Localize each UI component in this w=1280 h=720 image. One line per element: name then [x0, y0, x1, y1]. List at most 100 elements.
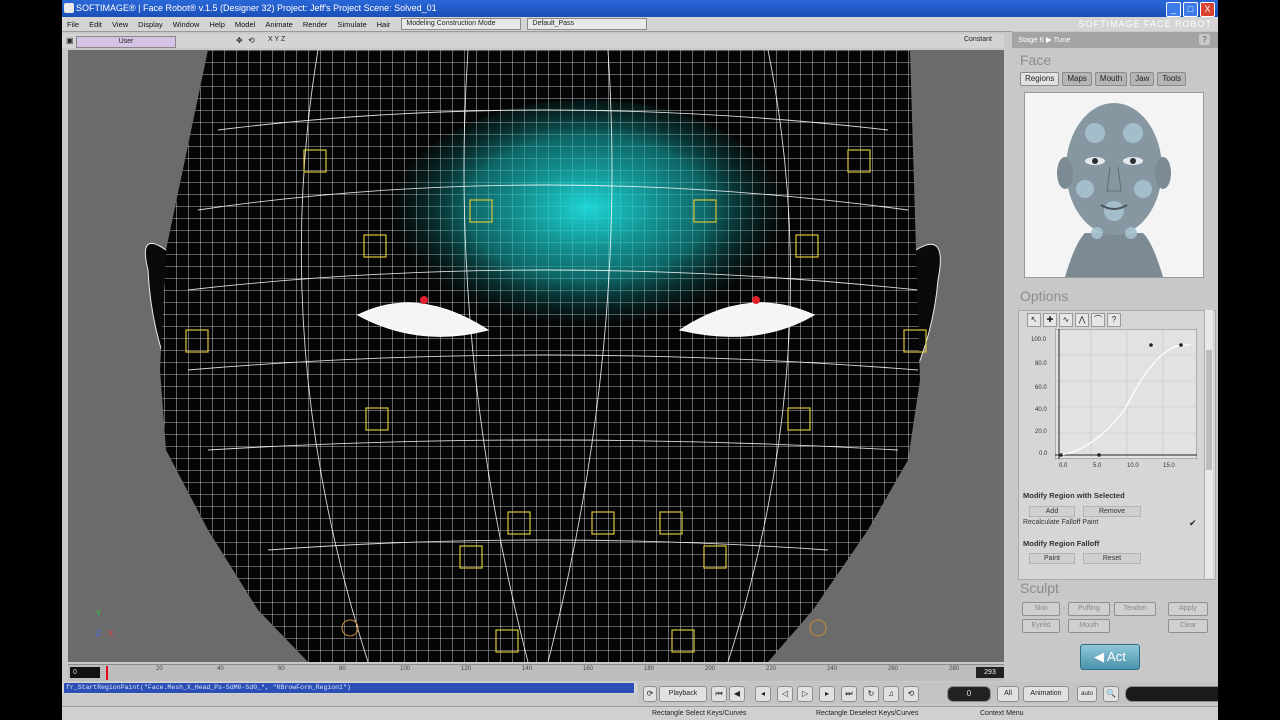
menu-file[interactable]: File	[62, 20, 84, 29]
window-title: SOFTIMAGE® | Face Robot® v.1.5 (Designer…	[76, 3, 437, 13]
apply-button[interactable]: Apply	[1168, 602, 1208, 616]
menu-hair[interactable]: Hair	[372, 20, 396, 29]
playhead[interactable]	[106, 666, 108, 680]
menu-simulate[interactable]: Simulate	[332, 20, 371, 29]
tick-label: 60	[278, 666, 285, 672]
tick-label: 80	[339, 666, 346, 672]
remove-button[interactable]: Remove	[1083, 506, 1141, 517]
mode-select[interactable]: Modeling Construction Mode	[401, 18, 522, 30]
graph-x-label: 15.0	[1163, 463, 1175, 469]
menu-display[interactable]: Display	[133, 20, 168, 29]
camera-icon[interactable]: ▣	[66, 36, 74, 45]
timeline-end-field[interactable]: 293	[976, 667, 1004, 678]
constant-select[interactable]: Constant	[964, 36, 992, 43]
tab-tools[interactable]: Tools	[1157, 72, 1187, 86]
menu-window[interactable]: Window	[168, 20, 205, 29]
help-button[interactable]: ?	[1199, 34, 1210, 45]
current-frame-field[interactable]: 0	[947, 686, 991, 702]
menu-render[interactable]: Render	[298, 20, 333, 29]
eyelid-button[interactable]: Eyelid	[1022, 619, 1060, 633]
linear-icon[interactable]: ⋀	[1075, 313, 1089, 327]
play-icon[interactable]: ▷	[797, 686, 813, 702]
tick-label: 40	[217, 666, 224, 672]
paint-button[interactable]: Paint	[1029, 553, 1075, 564]
audio-icon[interactable]: ♫	[883, 686, 899, 702]
loop-toggle-icon[interactable]: ⟲	[903, 686, 919, 702]
pan-icon[interactable]: ✥	[236, 36, 243, 45]
sculpt-section-title: Sculpt	[1020, 580, 1059, 596]
face-wireframe: Y Z X	[68, 50, 1004, 662]
timeline-ruler[interactable]: 20 40 60 80 100 120 140 160 180 200 220 …	[106, 666, 972, 680]
play-back-icon[interactable]: ◁	[777, 686, 793, 702]
tick-label: 220	[766, 666, 777, 672]
skin-button[interactable]: Skin	[1022, 602, 1060, 616]
axis-x-label: X	[108, 629, 114, 638]
menu-bar: File Edit View Display Window Help Model…	[62, 17, 1012, 32]
axis-z-label: Z	[96, 629, 101, 638]
graph-x-label: 5.0	[1093, 463, 1102, 469]
scrollbar-thumb[interactable]	[1206, 350, 1212, 470]
mouth-button[interactable]: Mouth	[1068, 619, 1110, 633]
tick-label: 120	[461, 666, 472, 672]
step-forward-icon[interactable]: ▸	[819, 686, 835, 702]
tab-mouth[interactable]: Mouth	[1094, 72, 1128, 86]
tendon-button[interactable]: Tendon	[1114, 602, 1156, 616]
act-button[interactable]: ◀ Act	[1080, 644, 1140, 670]
timeline[interactable]: 0 20 40 60 80 100 120 140 160 180 200 22…	[68, 664, 1004, 681]
viewport-3d[interactable]: Y Z X	[68, 50, 1004, 662]
recalc-checkbox[interactable]: ✔	[1189, 518, 1197, 529]
repeat-icon[interactable]: ↻	[863, 686, 879, 702]
last-frame-icon[interactable]: ⏭	[841, 686, 857, 702]
face-section-title: Face	[1020, 52, 1052, 68]
tab-maps[interactable]: Maps	[1062, 72, 1092, 86]
command-line-input[interactable]: fr_StartRegionPaint("Face.Mesh_X_Head_Ps…	[64, 683, 634, 693]
options-scrollbar[interactable]	[1204, 310, 1213, 578]
title-bar: SOFTIMAGE® | Face Robot® v.1.5 (Designer…	[62, 0, 1218, 17]
tick-label: 20	[156, 666, 163, 672]
key-display	[1125, 686, 1218, 702]
key-icon[interactable]: 🔍	[1103, 686, 1119, 702]
add-button[interactable]: Add	[1029, 506, 1075, 517]
add-point-icon[interactable]: ✚	[1043, 313, 1057, 327]
minimize-button[interactable]: _	[1166, 2, 1181, 17]
menu-view[interactable]: View	[107, 20, 133, 29]
curve-icon[interactable]: ⌒	[1091, 313, 1105, 327]
status-mouse-left: Rectangle Select Keys/Curves	[652, 710, 747, 717]
puffing-button[interactable]: Puffing	[1068, 602, 1110, 616]
tick-label: 240	[827, 666, 838, 672]
pass-select[interactable]: Default_Pass	[527, 18, 648, 30]
animation-select[interactable]: Animation	[1023, 686, 1069, 702]
menu-edit[interactable]: Edit	[84, 20, 107, 29]
menu-model[interactable]: Model	[230, 20, 260, 29]
playback-button[interactable]: Playback	[659, 686, 707, 702]
auto-key-button[interactable]: auto	[1077, 686, 1097, 702]
step-back-icon[interactable]: ◂	[755, 686, 771, 702]
axis-y-label: Y	[96, 609, 102, 618]
graph-help-icon[interactable]: ?	[1107, 313, 1121, 327]
falloff-graph[interactable]	[1055, 329, 1197, 459]
reset-button[interactable]: Reset	[1083, 553, 1141, 564]
tab-jaw[interactable]: Jaw	[1130, 72, 1155, 86]
clear-button[interactable]: Clear	[1168, 619, 1208, 633]
menu-help[interactable]: Help	[204, 20, 229, 29]
all-button[interactable]: All	[997, 686, 1019, 702]
graph-y-label: 80.0	[1035, 361, 1047, 367]
maximize-button[interactable]: □	[1183, 2, 1198, 17]
timeline-start-field[interactable]: 0	[70, 667, 100, 678]
graph-tools: ↖ ✚ ∿ ⋀ ⌒ ?	[1027, 313, 1121, 327]
smooth-icon[interactable]: ∿	[1059, 313, 1073, 327]
stage-header: Stage 6 ▶ Tune	[1012, 32, 1218, 48]
prev-key-icon[interactable]: ◀	[729, 686, 745, 702]
tab-regions[interactable]: Regions	[1020, 72, 1060, 86]
first-frame-icon[interactable]: ⏮	[711, 686, 727, 702]
app-window: SOFTIMAGE® | Face Robot® v.1.5 (Designer…	[62, 0, 1218, 720]
graph-y-label: 0.0	[1039, 451, 1048, 457]
select-tool-icon[interactable]: ↖	[1027, 313, 1041, 327]
graph-y-label: 20.0	[1035, 429, 1047, 435]
loop-icon[interactable]: ⟳	[643, 686, 657, 702]
menu-animate[interactable]: Animate	[260, 20, 298, 29]
close-button[interactable]: X	[1200, 2, 1215, 17]
face-region-preview[interactable]	[1024, 92, 1204, 278]
user-view-select[interactable]: User	[76, 36, 176, 48]
rotate-icon[interactable]: ⟲	[248, 36, 255, 45]
